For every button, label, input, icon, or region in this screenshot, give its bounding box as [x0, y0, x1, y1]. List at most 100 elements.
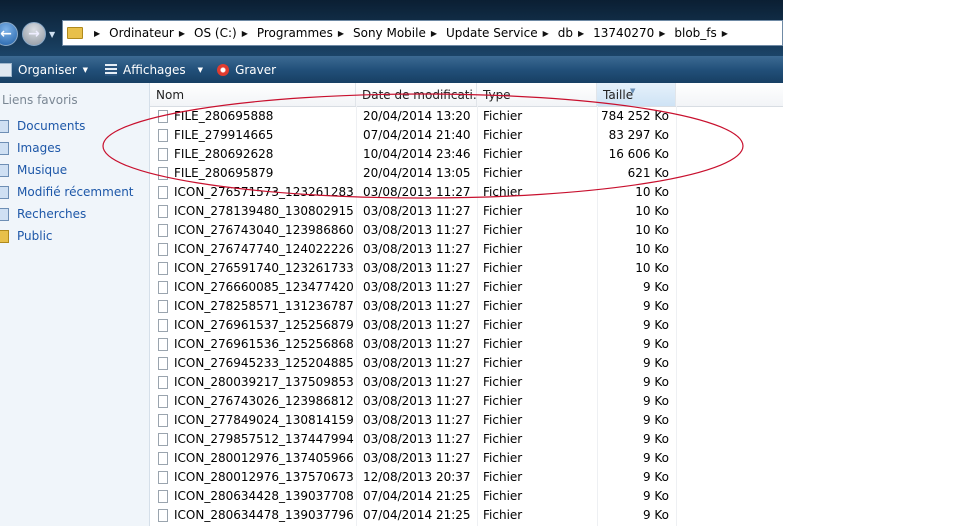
file-size: 9 Ko	[642, 451, 669, 465]
file-size: 9 Ko	[642, 508, 669, 522]
views-button[interactable]: Affichages ▼	[105, 56, 203, 83]
sidebar-item-label: Public	[17, 229, 53, 243]
table-row[interactable]: ICON_280039217_1375098533000 03/08/2013 1…	[150, 373, 783, 392]
file-date: 12/08/2013 20:37	[363, 470, 471, 484]
table-row[interactable]: FILE_280692628 10/04/2014 23:46 Fichier 16 …	[150, 145, 783, 164]
table-row[interactable]: FILE_279914665 07/04/2014 21:40 Fichier 83 …	[150, 126, 783, 145]
sidebar-item-music[interactable]: Musique	[0, 161, 67, 179]
forward-button[interactable]: →	[22, 22, 46, 46]
breadcrumb-item[interactable]: db	[558, 26, 573, 40]
table-row[interactable]: ICON_279857512_1374479945000 03/08/2013 1…	[150, 430, 783, 449]
sidebar-item-searches[interactable]: Recherches	[0, 205, 86, 223]
column-header-type[interactable]: Type	[477, 83, 597, 106]
table-row[interactable]: ICON_278258571_1312367878000 03/08/2013 1…	[150, 297, 783, 316]
table-row[interactable]: FILE_280695879 20/04/2014 13:05 Fichier 621…	[150, 164, 783, 183]
chevron-right-icon[interactable]: ▶	[543, 29, 549, 38]
breadcrumb-item[interactable]: Update Service	[446, 26, 538, 40]
views-label: Affichages	[123, 62, 186, 77]
table-row[interactable]: ICON_276961537_1252568796000 03/08/2013 1…	[150, 316, 783, 335]
back-button[interactable]: ←	[0, 22, 18, 46]
chevron-right-icon[interactable]: ▶	[578, 29, 584, 38]
table-row[interactable]: ICON_280012976_1375706739000 12/08/2013 2…	[150, 468, 783, 487]
file-type: Fichier	[483, 318, 523, 332]
sidebar-item-documents[interactable]: Documents	[0, 117, 85, 135]
breadcrumb-item[interactable]: blob_fs	[674, 26, 716, 40]
file-name: FILE_280695879	[174, 166, 274, 180]
table-row[interactable]: ICON_276591740_1232617331000 03/08/2013 1…	[150, 259, 783, 278]
file-date: 10/04/2014 23:46	[363, 147, 471, 161]
file-name-cell: ICON_280634428_1390377080000	[158, 487, 354, 506]
file-type: Fichier	[483, 337, 523, 351]
address-bar[interactable]: ▶ Ordinateur ▶ OS (C:) ▶ Programmes ▶ So…	[62, 20, 783, 46]
file-size: 9 Ko	[642, 375, 669, 389]
file-name: ICON_280634428_1390377080000	[174, 489, 354, 503]
file-name-cell: ICON_280634478_1390377964000	[158, 506, 354, 525]
file-type: Fichier	[483, 109, 523, 123]
chevron-right-icon[interactable]: ▶	[722, 29, 728, 38]
table-row[interactable]: ICON_276743040_1239868604000 03/08/2013 1…	[150, 221, 783, 240]
table-row[interactable]: ICON_276945233_1252048858000 03/08/2013 1…	[150, 354, 783, 373]
file-name-cell: ICON_276747740_1240222267000	[158, 240, 354, 259]
chevron-right-icon[interactable]: ▶	[431, 29, 437, 38]
file-name: FILE_280695888	[174, 109, 274, 123]
column-header-size-label: Taille	[603, 88, 634, 102]
column-header-name[interactable]: Nom	[150, 83, 356, 106]
table-row[interactable]: ICON_280634478_1390377964000 07/04/2014 2…	[150, 506, 783, 525]
sidebar-item-label: Documents	[17, 119, 86, 133]
table-row[interactable]: ICON_277849024_1308141592000 03/08/2013 1…	[150, 411, 783, 430]
chevron-right-icon[interactable]: ▶	[242, 29, 248, 38]
file-date: 03/08/2013 11:27	[363, 261, 471, 275]
file-date: 03/08/2013 11:27	[363, 432, 471, 446]
file-type: Fichier	[483, 394, 523, 408]
breadcrumb-item[interactable]: OS (C:)	[194, 26, 237, 40]
chevron-right-icon[interactable]: ▶	[338, 29, 344, 38]
explorer-window: ← → ▼ ▶ Ordinateur ▶ OS (C:) ▶ Programme…	[0, 0, 783, 526]
file-name: ICON_280012976_1375706739000	[174, 470, 354, 484]
breadcrumb-item[interactable]: Programmes	[257, 26, 333, 40]
breadcrumb-item[interactable]: 13740270	[593, 26, 654, 40]
table-row[interactable]: ICON_276571573_1232612836000 03/08/2013 1…	[150, 183, 783, 202]
chevron-down-icon: ▼	[197, 65, 204, 74]
file-icon	[158, 110, 168, 123]
table-row[interactable]: ICON_276743026_1239868128000 03/08/2013 1…	[150, 392, 783, 411]
chevron-right-icon[interactable]: ▶	[659, 29, 665, 38]
file-size: 9 Ko	[642, 280, 669, 294]
file-icon	[158, 129, 168, 142]
sidebar-item-public[interactable]: Public	[0, 227, 53, 245]
file-size: 16 606 Ko	[608, 147, 669, 161]
history-dropdown-icon[interactable]: ▼	[49, 30, 55, 39]
file-icon	[158, 205, 168, 218]
folder-icon	[0, 229, 9, 243]
file-icon	[158, 509, 168, 522]
sidebar-item-images[interactable]: Images	[0, 139, 61, 157]
table-row[interactable]: FILE_280695888 20/04/2014 13:20 Fichier 784…	[150, 107, 783, 126]
chevron-right-icon[interactable]: ▶	[179, 29, 185, 38]
file-name: ICON_276961537_1252568796000	[174, 318, 354, 332]
file-type: Fichier	[483, 451, 523, 465]
column-header-row: Nom Date de modificati... Type Taille ▼	[150, 83, 783, 107]
table-row[interactable]: ICON_276747740_1240222267000 03/08/2013 1…	[150, 240, 783, 259]
file-type: Fichier	[483, 166, 523, 180]
file-name-cell: FILE_280695879	[158, 164, 354, 183]
file-size: 9 Ko	[642, 356, 669, 370]
column-header-date[interactable]: Date de modificati...	[356, 83, 477, 106]
burn-label: Graver	[235, 62, 277, 77]
chevron-right-icon[interactable]: ▶	[94, 29, 100, 38]
table-row[interactable]: ICON_280634428_1390377080000 07/04/2014 2…	[150, 487, 783, 506]
file-icon	[158, 395, 168, 408]
column-header-size[interactable]: Taille ▼	[597, 83, 676, 106]
table-row[interactable]: ICON_278139480_1308029154000 03/08/2013 1…	[150, 202, 783, 221]
file-list: Nom Date de modificati... Type Taille ▼ …	[150, 83, 783, 526]
table-row[interactable]: ICON_280012976_1374059665000 03/08/2013 1…	[150, 449, 783, 468]
table-row[interactable]: ICON_276961536_1252568683000 03/08/2013 1…	[150, 335, 783, 354]
organize-button[interactable]: Organiser ▼	[0, 56, 88, 83]
sidebar-item-recent[interactable]: Modifié récemment	[0, 183, 134, 201]
burn-button[interactable]: Graver	[217, 56, 276, 83]
file-name-cell: ICON_278258571_1312367878000	[158, 297, 354, 316]
file-icon	[158, 243, 168, 256]
table-row[interactable]: ICON_276660085_1234774202000 03/08/2013 1…	[150, 278, 783, 297]
file-name: FILE_279914665	[174, 128, 274, 142]
breadcrumb-item[interactable]: Sony Mobile	[353, 26, 426, 40]
file-name: FILE_280692628	[174, 147, 274, 161]
breadcrumb-item[interactable]: Ordinateur	[109, 26, 174, 40]
